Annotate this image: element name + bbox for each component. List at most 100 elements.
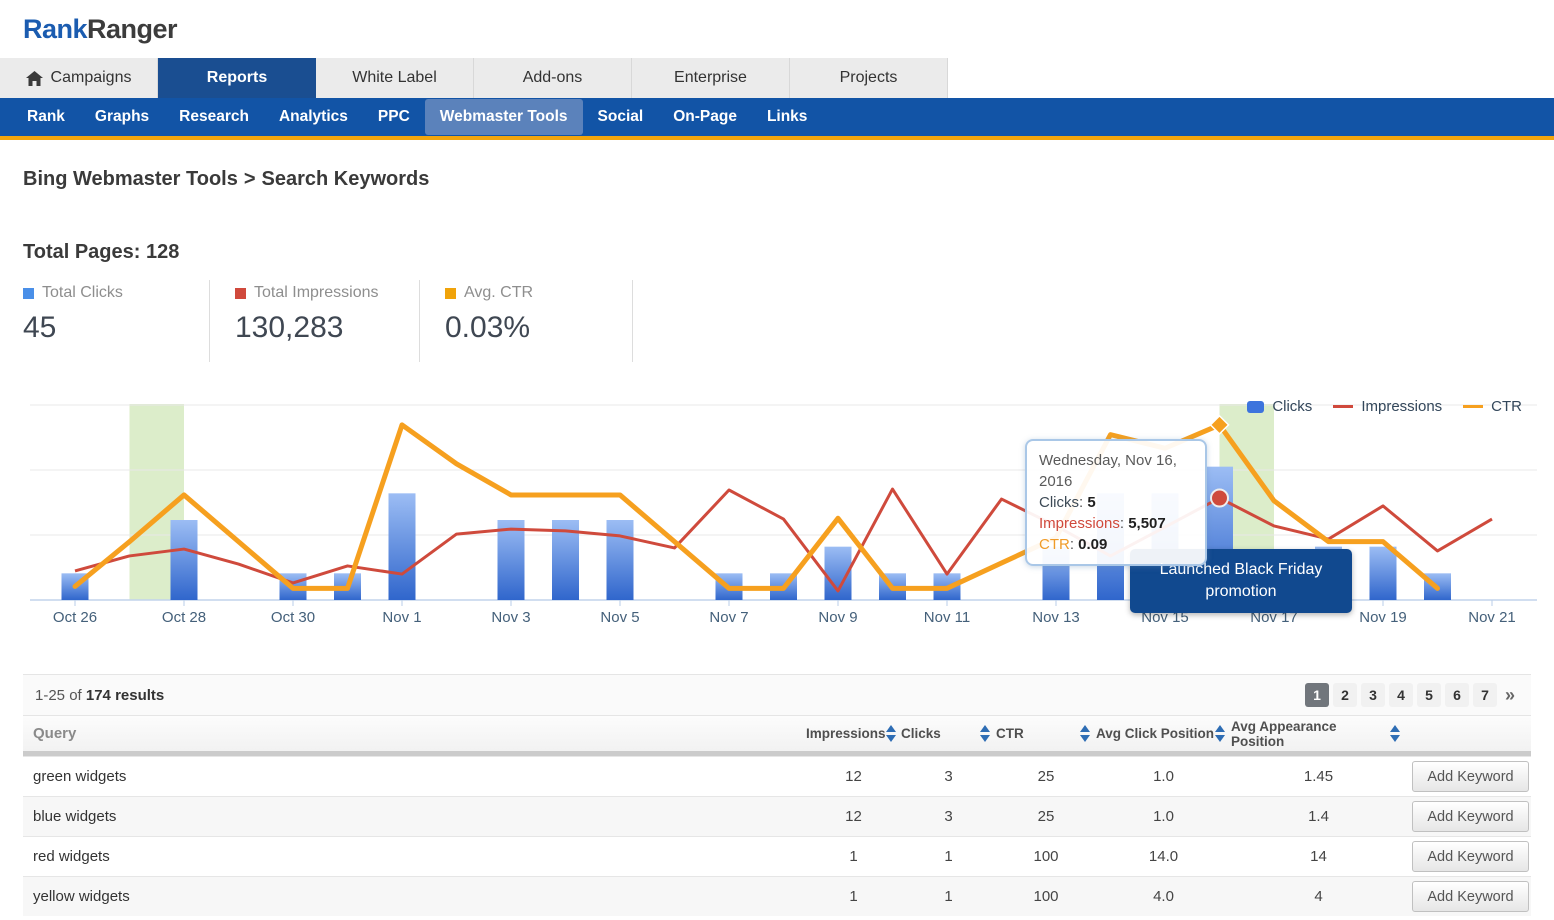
sub-nav-webmaster-tools[interactable]: Webmaster Tools: [425, 99, 583, 135]
sub-nav-rank[interactable]: Rank: [12, 99, 80, 135]
sort-asc-icon[interactable]: [980, 725, 990, 732]
x-tick-label: Nov 19: [1359, 609, 1407, 626]
column-header-impressions[interactable]: Impressions: [806, 725, 901, 742]
sub-nav-ppc[interactable]: PPC: [363, 99, 425, 135]
page-button-5[interactable]: 5: [1417, 683, 1441, 707]
x-tick-label: Nov 5: [600, 609, 639, 626]
query-cell: red widgets: [23, 848, 806, 865]
stat-swatch-icon: [23, 288, 34, 299]
performance-chart-section: ClicksImpressionsCTR Oct 26Oct 28Oct 30N…: [0, 396, 1554, 658]
value-cell: 14: [1231, 848, 1406, 865]
page-button-3[interactable]: 3: [1361, 683, 1385, 707]
value-cell: 1: [901, 848, 996, 865]
column-header-label: Query: [33, 725, 76, 742]
top-nav-campaigns[interactable]: Campaigns: [0, 58, 158, 98]
x-tick-label: Nov 13: [1032, 609, 1080, 626]
value-cell: 25: [996, 768, 1096, 785]
summary-stats: Total Clicks45Total Impressions130,283Av…: [23, 280, 1531, 362]
sort-desc-icon[interactable]: [1080, 735, 1090, 742]
query-cell: yellow widgets: [23, 888, 806, 905]
value-cell: 25: [996, 808, 1096, 825]
column-header-ctr[interactable]: CTR: [996, 725, 1096, 742]
sort-desc-icon[interactable]: [980, 735, 990, 742]
page-button-1[interactable]: 1: [1305, 683, 1329, 707]
clicks-bar-nov-3[interactable]: [498, 520, 525, 600]
column-header-label: CTR: [996, 726, 1024, 741]
legend-item-impressions[interactable]: Impressions: [1333, 398, 1442, 415]
column-header-avg-appearance-position[interactable]: Avg Appearance Position: [1231, 719, 1406, 749]
x-tick-label: Oct 30: [271, 609, 315, 626]
sort-arrows[interactable]: [1390, 725, 1400, 742]
sub-nav-analytics[interactable]: Analytics: [264, 99, 363, 135]
sort-desc-icon[interactable]: [886, 735, 896, 742]
tooltip-row-label: Impressions: [1039, 515, 1120, 532]
x-tick-label: Nov 9: [818, 609, 857, 626]
legend-item-clicks[interactable]: Clicks: [1247, 398, 1312, 415]
top-nav-projects[interactable]: Projects: [790, 58, 948, 98]
top-nav-reports[interactable]: Reports: [158, 58, 316, 98]
sort-arrows[interactable]: [1080, 725, 1090, 742]
rankranger-logo[interactable]: RankRanger: [23, 14, 177, 45]
table-row-red-widgets: red widgets1110014.014Add Keyword: [23, 836, 1531, 876]
column-header-query: Query: [23, 725, 806, 742]
action-cell: Add Keyword: [1406, 841, 1531, 872]
top-nav-add-ons[interactable]: Add-ons: [474, 58, 632, 98]
legend-label: Clicks: [1272, 398, 1312, 415]
legend-label: Impressions: [1361, 398, 1442, 415]
breadcrumb-parent[interactable]: Bing Webmaster Tools: [23, 168, 238, 190]
top-nav-label: Enterprise: [674, 69, 747, 87]
stat-total-impressions: Total Impressions130,283: [210, 280, 420, 362]
results-total: 174 results: [86, 687, 164, 704]
sub-nav-research[interactable]: Research: [164, 99, 264, 135]
sub-nav-social[interactable]: Social: [583, 99, 659, 135]
breadcrumb: Bing Webmaster Tools>Search Keywords: [23, 168, 1531, 191]
clicks-bar-nov-1[interactable]: [389, 493, 416, 600]
sort-asc-icon[interactable]: [886, 725, 896, 732]
top-nav-label: Campaigns: [51, 69, 132, 87]
sort-desc-icon[interactable]: [1390, 735, 1400, 742]
column-header-label: Clicks: [901, 726, 941, 741]
sort-desc-icon[interactable]: [1215, 735, 1225, 742]
tooltip-date: Wednesday, Nov 16, 2016: [1039, 450, 1193, 492]
page-button-2[interactable]: 2: [1333, 683, 1357, 707]
page-button-7[interactable]: 7: [1473, 683, 1497, 707]
value-cell: 1: [901, 888, 996, 905]
add-keyword-button[interactable]: Add Keyword: [1412, 841, 1529, 872]
logo-part-ranger: Ranger: [87, 14, 177, 44]
reports-sub-navigation: RankGraphsResearchAnalyticsPPCWebmaster …: [0, 98, 1554, 140]
sort-asc-icon[interactable]: [1215, 725, 1225, 732]
sort-arrows[interactable]: [1215, 725, 1225, 742]
column-header-clicks[interactable]: Clicks: [901, 725, 996, 742]
top-nav-enterprise[interactable]: Enterprise: [632, 58, 790, 98]
clicks-bar-oct-28[interactable]: [171, 520, 198, 600]
impressions-point-marker-icon[interactable]: [1211, 490, 1228, 507]
sub-nav-on-page[interactable]: On-Page: [658, 99, 752, 135]
value-cell: 12: [806, 808, 901, 825]
sort-asc-icon[interactable]: [1390, 725, 1400, 732]
value-cell: 14.0: [1096, 848, 1231, 865]
clicks-swatch-icon: [1247, 401, 1264, 413]
value-cell: 4: [1231, 888, 1406, 905]
x-tick-label: Nov 3: [491, 609, 530, 626]
action-cell: Add Keyword: [1406, 801, 1531, 832]
sub-nav-graphs[interactable]: Graphs: [80, 99, 164, 135]
page-button-6[interactable]: 6: [1445, 683, 1469, 707]
top-nav-white-label[interactable]: White Label: [316, 58, 474, 98]
value-cell: 1.45: [1231, 768, 1406, 785]
sort-asc-icon[interactable]: [1080, 725, 1090, 732]
tooltip-values: Clicks: 5Impressions: 5,507CTR: 0.09: [1039, 492, 1193, 555]
rankranger-webmaster-tools-page: { "brand": { "part1": "Rank", "part2": "…: [0, 0, 1554, 920]
clicks-bar-nov-5[interactable]: [607, 520, 634, 600]
add-keyword-button[interactable]: Add Keyword: [1412, 801, 1529, 832]
legend-item-ctr[interactable]: CTR: [1463, 398, 1522, 415]
sort-arrows[interactable]: [886, 725, 896, 742]
sub-nav-links[interactable]: Links: [752, 99, 822, 135]
column-header-avg-click-position[interactable]: Avg Click Position: [1096, 725, 1231, 742]
sort-arrows[interactable]: [980, 725, 990, 742]
clicks-bar-nov-19[interactable]: [1370, 547, 1397, 600]
page-button-4[interactable]: 4: [1389, 683, 1413, 707]
add-keyword-button[interactable]: Add Keyword: [1412, 881, 1529, 912]
add-keyword-button[interactable]: Add Keyword: [1412, 761, 1529, 792]
next-pages-icon[interactable]: »: [1501, 685, 1519, 706]
stat-label-text: Total Impressions: [254, 284, 379, 302]
